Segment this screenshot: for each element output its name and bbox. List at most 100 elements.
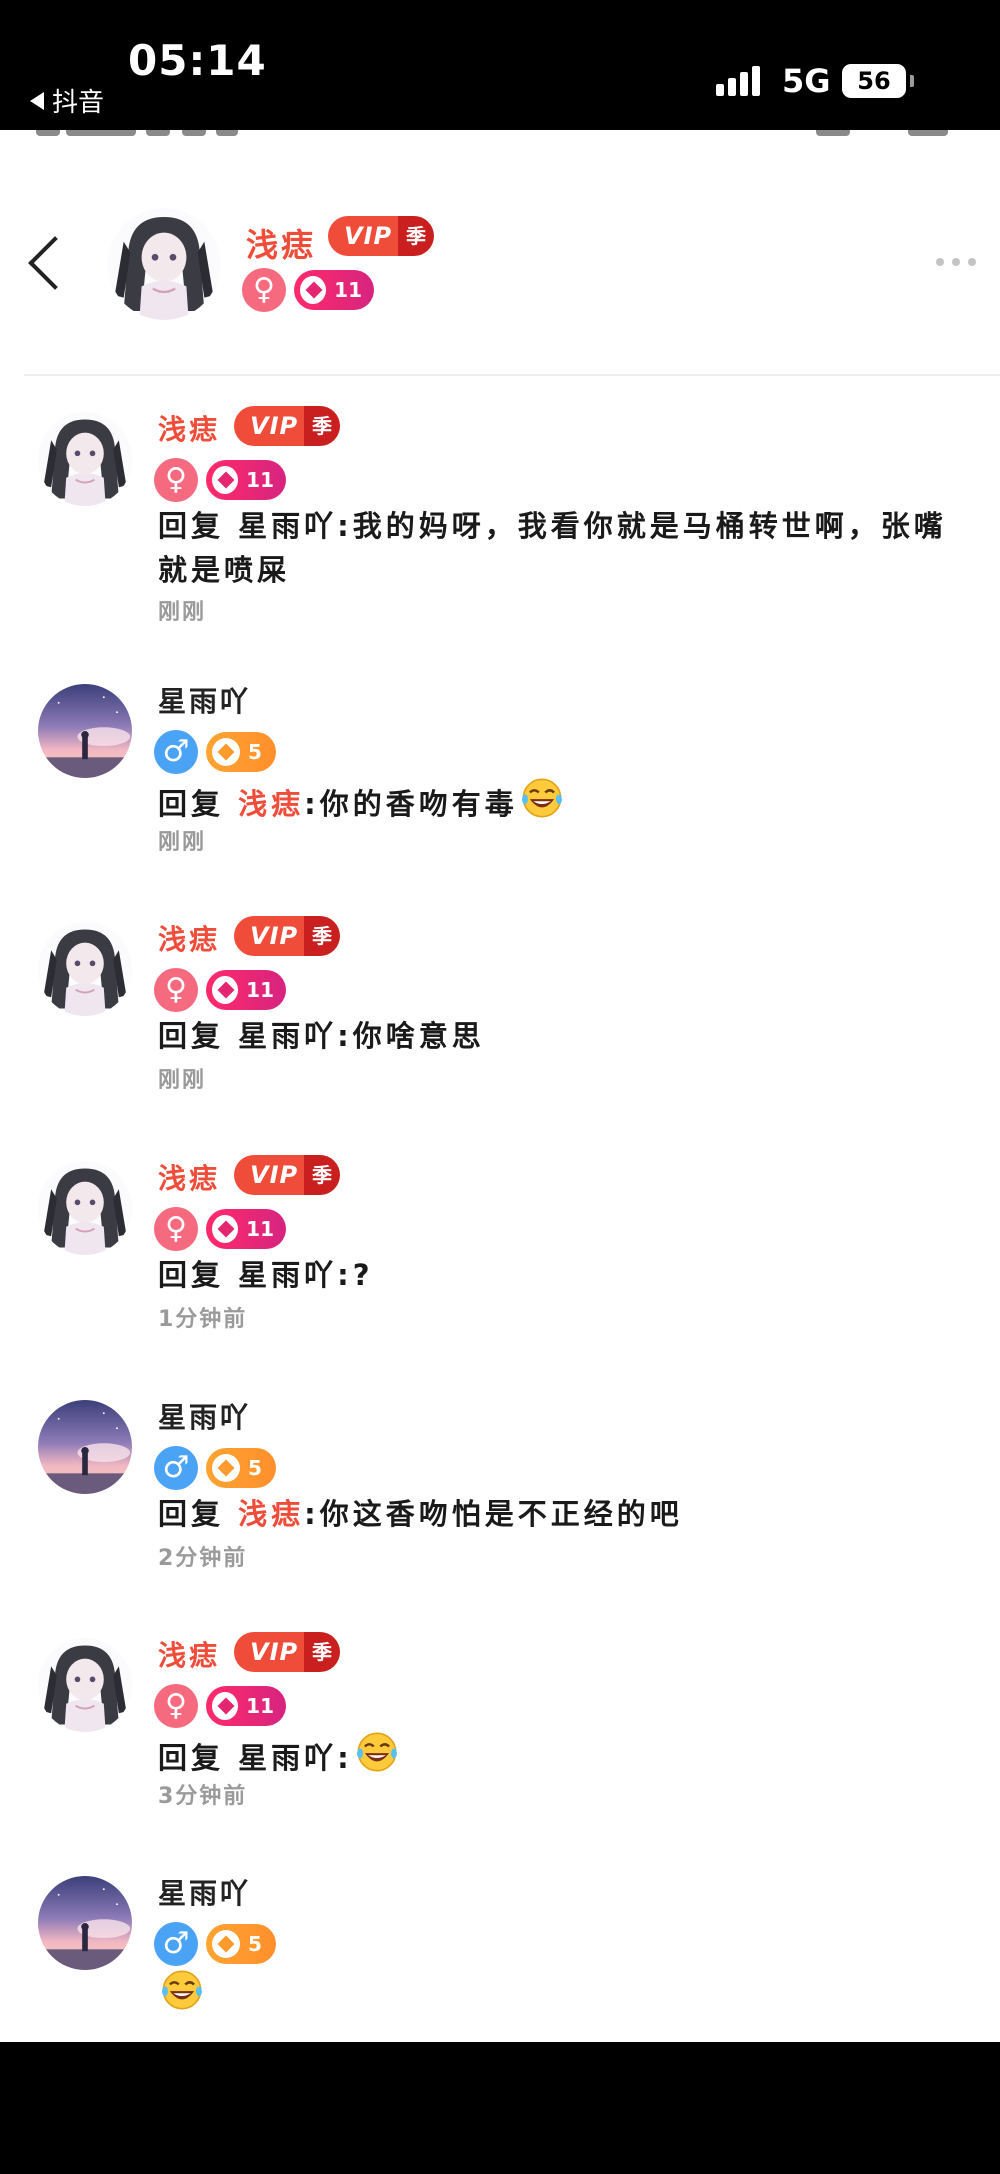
comment-time: 刚刚: [158, 600, 207, 625]
level-number: 5: [248, 1932, 262, 1956]
reply-colon: :: [337, 509, 353, 543]
comment-author[interactable]: 浅痣: [158, 1159, 220, 1199]
diamond-icon: [212, 738, 240, 766]
avatar[interactable]: [38, 684, 132, 778]
back-triangle-icon: [30, 91, 44, 110]
comment-text[interactable]: 回复 星雨吖:?: [158, 1253, 958, 1297]
comment-text[interactable]: [158, 1968, 958, 2018]
comment-author[interactable]: 星雨吖: [158, 1874, 251, 1914]
girl-avatar-image: [38, 1638, 132, 1732]
avatar[interactable]: [38, 1876, 132, 1970]
sky-avatar-image: [38, 1400, 132, 1494]
user-badges: ♀ 11: [154, 458, 286, 502]
comment-body: 你啥意思: [352, 1019, 485, 1053]
level-number: 11: [334, 278, 362, 302]
comment-author[interactable]: 浅痣: [158, 920, 220, 960]
list-item: 星雨吖 ♂ 5 回复 浅痣:你这香吻怕是不正经的吧 2分钟前: [0, 1386, 1000, 1616]
header-avatar[interactable]: [108, 208, 220, 320]
comment-time: 1分钟前: [158, 1307, 248, 1332]
back-to-app-link[interactable]: 抖音: [30, 82, 104, 119]
level-number: 11: [246, 1217, 274, 1241]
vip-label: VIP: [234, 1632, 304, 1672]
diamond-icon: [212, 1930, 240, 1958]
reply-prefix: 回复: [158, 509, 239, 543]
vip-badge: VIP 季: [234, 1632, 340, 1672]
reply-colon: :: [304, 1497, 320, 1531]
reply-colon: :: [304, 787, 320, 821]
diamond-icon: [212, 466, 239, 494]
comment-body: 你的香吻有毒: [319, 787, 518, 821]
level-badge: 11: [206, 1686, 286, 1726]
back-button[interactable]: [26, 232, 66, 292]
comment-text[interactable]: 回复 星雨吖:你啥意思: [158, 1014, 958, 1058]
avatar[interactable]: [38, 1638, 132, 1732]
comment-text[interactable]: 回复 浅痣:你这香吻怕是不正经的吧: [158, 1492, 958, 1536]
underlying-status-bar-peek: [36, 130, 966, 142]
diamond-icon: [212, 1215, 239, 1243]
header-divider: [24, 374, 1000, 376]
reply-colon: :: [337, 1258, 353, 1292]
diamond-icon: [300, 276, 327, 304]
female-gender-icon: ♀: [242, 268, 286, 312]
reply-prefix: 回复: [158, 1019, 239, 1053]
header-badges: ♀ 11: [242, 268, 374, 312]
male-gender-icon: ♂: [154, 1446, 198, 1490]
comment-text[interactable]: 回复 浅痣:你的香吻有毒: [158, 776, 958, 826]
avatar[interactable]: [38, 412, 132, 506]
avatar[interactable]: [38, 1161, 132, 1255]
reply-prefix: 回复: [158, 1497, 239, 1531]
vip-badge: VIP 季: [234, 406, 340, 446]
user-badges: ♂ 5: [154, 730, 276, 774]
comment-text[interactable]: 回复 星雨吖:: [158, 1730, 958, 1780]
vip-label: VIP: [328, 216, 398, 256]
comment-author[interactable]: 星雨吖: [158, 682, 251, 722]
vip-season-label: 季: [304, 1155, 340, 1195]
list-item: 浅痣 VIP 季 ♀ 11 回复 星雨吖:你啥意思 刚刚: [0, 908, 1000, 1138]
bottom-letterbox: [0, 2042, 1000, 2174]
reply-prefix: 回复: [158, 787, 239, 821]
male-gender-icon: ♂: [154, 730, 198, 774]
vip-season-label: 季: [398, 216, 434, 256]
avatar[interactable]: [38, 1400, 132, 1494]
male-gender-icon: ♂: [154, 1922, 198, 1966]
list-item: 星雨吖 ♂ 5: [0, 1862, 1000, 2042]
reply-target: 星雨吖: [238, 1741, 338, 1775]
reply-colon: :: [337, 1019, 353, 1053]
reply-target: 星雨吖: [238, 509, 338, 543]
battery-icon: 56: [842, 64, 914, 98]
comment-author[interactable]: 浅痣: [158, 410, 220, 450]
girl-avatar-image: [38, 922, 132, 1016]
user-badges: ♂ 5: [154, 1446, 276, 1490]
network-type: 5G: [782, 62, 831, 100]
comment-body: 你这香吻怕是不正经的吧: [319, 1497, 683, 1531]
diamond-icon: [212, 976, 239, 1004]
level-badge: 5: [206, 732, 276, 772]
reply-prefix: 回复: [158, 1741, 239, 1775]
more-dots-icon[interactable]: [936, 258, 976, 266]
comment-time: 刚刚: [158, 830, 207, 855]
level-badge: 11: [206, 970, 286, 1010]
header-username[interactable]: 浅痣: [246, 220, 316, 266]
avatar[interactable]: [38, 922, 132, 1016]
vip-season-label: 季: [304, 1632, 340, 1672]
tears-of-joy-emoji-icon: [520, 778, 563, 818]
reply-prefix: 回复: [158, 1258, 239, 1292]
sky-avatar-image: [38, 1876, 132, 1970]
reply-target: 浅痣: [238, 1497, 305, 1531]
diamond-icon: [212, 1454, 240, 1482]
vip-badge: VIP 季: [234, 1155, 340, 1195]
reply-target: 星雨吖: [238, 1019, 338, 1053]
comment-author[interactable]: 浅痣: [158, 1636, 220, 1676]
level-number: 5: [248, 740, 262, 764]
level-badge: 5: [206, 1448, 276, 1488]
tears-of-joy-emoji-icon: [355, 1732, 398, 1772]
vip-season-label: 季: [304, 916, 340, 956]
comment-text[interactable]: 回复 星雨吖:我的妈呀，我看你就是马桶转世啊，张嘴就是喷屎: [158, 504, 958, 592]
female-gender-icon: ♀: [154, 1207, 198, 1251]
level-number: 11: [246, 978, 274, 1002]
comment-author[interactable]: 星雨吖: [158, 1398, 251, 1438]
comment-time: 刚刚: [158, 1068, 207, 1093]
user-badges: ♀ 11: [154, 968, 286, 1012]
diamond-icon: [212, 1692, 239, 1720]
battery-level: 56: [857, 67, 891, 95]
